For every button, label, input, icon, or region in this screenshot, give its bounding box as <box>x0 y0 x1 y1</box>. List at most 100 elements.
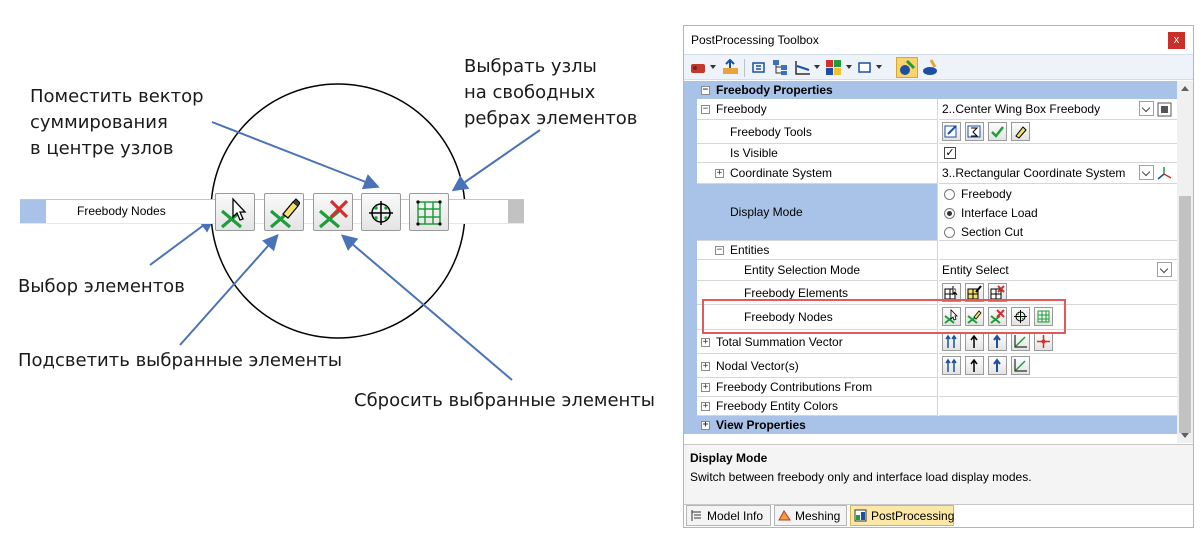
tab-meshing[interactable]: Meshing <box>774 505 847 526</box>
expand-icon[interactable]: + <box>715 169 724 178</box>
category-freebody-properties[interactable]: − Freebody Properties <box>684 81 1177 99</box>
row-display-mode[interactable]: Display Mode Freebody Interface Load Sec… <box>684 184 1177 241</box>
expand-icon[interactable]: + <box>701 383 710 392</box>
expand-icon[interactable]: + <box>701 361 710 371</box>
row-freebody-elements[interactable]: Freebody Elements <box>684 281 1177 305</box>
freebody-dropdown-icon[interactable] <box>1139 101 1154 116</box>
row-coordinate-system[interactable]: + Coordinate System 3..Rectangular Coordi… <box>684 163 1177 184</box>
select-nodes-button[interactable] <box>942 307 961 326</box>
property-label: Entity Selection Mode <box>744 263 861 277</box>
select-free-edge-nodes-button[interactable] <box>1034 307 1053 326</box>
coordinate-system-value: 3..Rectangular Coordinate System <box>942 166 1126 180</box>
plot-dropdown-icon[interactable] <box>814 65 820 69</box>
freebody-active-button[interactable] <box>896 57 918 78</box>
vector-components-icon <box>945 334 957 348</box>
property-label: Freebody Entity Colors <box>716 399 839 413</box>
plot-icon[interactable] <box>794 59 811 76</box>
vector-components-button[interactable] <box>942 332 961 351</box>
vector-center-button[interactable] <box>1034 332 1053 351</box>
row-total-summation-vector[interactable]: + Total Summation Vector <box>684 330 1177 354</box>
nodal-components-button[interactable] <box>942 356 961 375</box>
refresh-icon[interactable] <box>750 59 767 76</box>
property-label: Entities <box>730 243 770 257</box>
vector-up-icon <box>970 358 978 372</box>
select-nodes-button-zoom[interactable] <box>215 193 255 231</box>
model-info-icon <box>691 510 701 521</box>
paint-icon[interactable] <box>922 59 939 76</box>
radio-section-cut[interactable] <box>944 227 955 238</box>
annotation-highlight: Подсветить выбранные элементы <box>18 350 343 371</box>
place-vector-center-button-zoom[interactable] <box>361 193 401 231</box>
chart-dropdown-icon[interactable] <box>846 65 852 69</box>
row-freebody-entity-colors[interactable]: + Freebody Entity Colors <box>684 397 1177 416</box>
highlight-nodes-button-zoom[interactable] <box>264 193 304 231</box>
arrow-select-elements <box>149 216 216 266</box>
is-visible-checkbox[interactable]: ✓ <box>944 147 956 159</box>
radio-interface-load[interactable] <box>944 208 955 219</box>
axis-triad-icon[interactable] <box>1157 166 1172 181</box>
reset-nodes-button-zoom[interactable] <box>313 193 353 231</box>
expand-icon[interactable]: + <box>701 402 710 411</box>
scroll-up-icon[interactable] <box>1181 86 1189 91</box>
property-label: Nodal Vector(s) <box>716 358 799 373</box>
tab-postprocessing[interactable]: PostProcessing <box>850 505 954 526</box>
vertical-scrollbar[interactable] <box>1177 81 1193 443</box>
freebody-edit-button[interactable] <box>942 122 961 141</box>
row-freebody-nodes[interactable]: Freebody Nodes <box>684 305 1177 330</box>
coordinate-system-dropdown-icon[interactable] <box>1139 165 1154 180</box>
nodal-plot-button[interactable] <box>1011 356 1030 375</box>
nodal-up-blue-button[interactable] <box>988 356 1007 375</box>
expand-icon[interactable]: + <box>701 337 710 347</box>
row-freebody-tools[interactable]: Freebody Tools <box>684 120 1177 144</box>
select-free-edge-nodes-icon <box>1037 310 1050 323</box>
freebody-tool-dropdown-icon[interactable] <box>710 65 716 69</box>
row-nodal-vectors[interactable]: + Nodal Vector(s) <box>684 354 1177 378</box>
collapse-icon[interactable]: − <box>701 86 710 95</box>
row-is-visible[interactable]: Is Visible ✓ <box>684 144 1177 163</box>
annotation-place-vector: Поместить вектор суммирования в центре у… <box>30 86 204 159</box>
reset-nodes-button[interactable] <box>988 307 1007 326</box>
square-dropdown-icon[interactable] <box>876 65 882 69</box>
vector-up-blue-button[interactable] <box>988 332 1007 351</box>
tab-label: Model Info <box>707 509 764 523</box>
entity-selection-mode-dropdown-icon[interactable] <box>1157 262 1172 277</box>
expand-icon[interactable]: + <box>701 421 710 430</box>
collapse-icon[interactable]: − <box>715 246 724 255</box>
freebody-sum-button[interactable] <box>965 122 984 141</box>
tab-bar: Model Info Meshing PostProcessing <box>684 504 1193 527</box>
collapse-icon[interactable]: − <box>701 105 710 114</box>
reset-elements-button[interactable] <box>988 283 1007 302</box>
select-free-edge-nodes-button-zoom[interactable] <box>409 193 449 231</box>
arrow-place-vector <box>211 121 380 190</box>
freebody-check-button[interactable] <box>988 122 1007 141</box>
nodal-up-button[interactable] <box>965 356 984 375</box>
freebody-manager-icon[interactable] <box>1157 102 1172 117</box>
radio-freebody[interactable] <box>944 189 955 200</box>
highlight-elements-button[interactable] <box>965 283 984 302</box>
tab-model-info[interactable]: Model Info <box>686 505 771 526</box>
select-free-edge-nodes-icon <box>416 200 442 226</box>
place-vector-center-button[interactable] <box>1011 307 1030 326</box>
highlighter-icon <box>1015 126 1027 139</box>
scroll-thumb[interactable] <box>1179 196 1191 433</box>
chart-icon[interactable] <box>825 59 842 76</box>
freebody-highlight-button[interactable] <box>1011 122 1030 141</box>
row-gutter <box>20 200 46 223</box>
square-icon[interactable] <box>856 59 873 76</box>
category-view-properties[interactable]: + View Properties <box>684 416 1177 434</box>
property-grid: − Freebody Properties − Freebody 2..Cente… <box>684 81 1177 443</box>
close-button[interactable]: x <box>1168 32 1185 49</box>
vector-up-button[interactable] <box>965 332 984 351</box>
row-entities[interactable]: − Entities <box>684 241 1177 260</box>
select-elements-button[interactable] <box>942 283 961 302</box>
scroll-down-icon[interactable] <box>1181 433 1189 438</box>
highlight-nodes-button[interactable] <box>965 307 984 326</box>
row-entity-selection-mode[interactable]: Entity Selection Mode Entity Select <box>684 260 1177 281</box>
freebody-tool-icon[interactable] <box>690 59 707 76</box>
vector-plot-button[interactable] <box>1011 332 1030 351</box>
annotation-select-elements: Выбор элементов <box>18 276 185 297</box>
tree-icon[interactable] <box>772 59 789 76</box>
row-freebody-contributions-from[interactable]: + Freebody Contributions From <box>684 378 1177 397</box>
load-icon[interactable] <box>722 59 739 76</box>
row-freebody[interactable]: − Freebody 2..Center Wing Box Freebody <box>684 99 1177 120</box>
